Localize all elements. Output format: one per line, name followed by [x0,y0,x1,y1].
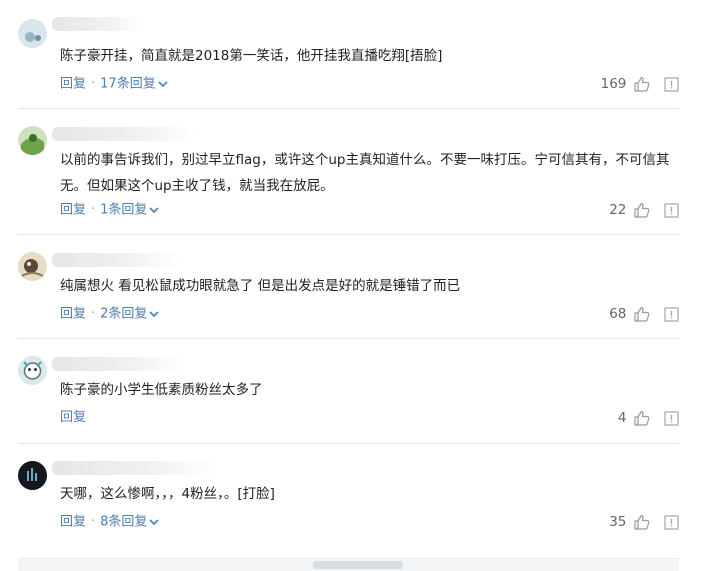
username[interactable] [52,17,144,31]
separator-dot: · [91,202,96,218]
avatar[interactable] [18,252,47,281]
thumbs-up-icon[interactable] [633,410,650,426]
view-replies-button[interactable]: 17条回复 [100,76,168,92]
comment-stats: 35 [609,512,679,532]
comment-text: 以前的事告诉我们，别过早立flag，或许这个up主真知道什么。不要一味打压。宁可… [60,152,670,194]
comment-text: 纯属想火 看见松鼠成功眼就急了 但是出发点是好的就是锤错了而已 [60,278,461,294]
like-count: 4 [617,410,627,426]
view-replies-button[interactable]: 2条回复 [100,306,160,322]
username[interactable] [52,357,184,371]
comment-stats: 4 [618,408,679,428]
view-replies-button[interactable]: 1条回复 [100,202,160,218]
like-count: 22 [609,202,627,218]
separator-dot: · [91,76,96,92]
username[interactable] [52,253,180,267]
divider [18,443,679,444]
separator-dot: · [91,514,96,530]
divider [18,234,679,235]
separator-dot: · [91,306,96,322]
thumbs-up-icon[interactable] [633,202,650,218]
comment-text: 天哪，这么惨啊，，，4粉丝，。[打脸] [60,486,275,502]
comment-actions: 回复 [60,408,86,428]
thumbs-up-icon[interactable] [633,514,650,530]
report-icon[interactable] [664,76,679,92]
comment-actions: 回复 · 2条回复 [60,304,160,324]
reply-button[interactable]: 回复 [60,202,86,217]
comment-text: 陈子豪的小学生低素质粉丝太多了 [60,382,263,398]
comment-stats: 22 [609,200,679,220]
load-more-placeholder [313,561,403,569]
comment-stats: 68 [609,304,679,324]
avatar[interactable] [18,461,47,490]
divider [18,338,679,339]
comment-actions: 回复 · 17条回复 [60,74,168,94]
replies-count: 2条回复 [100,306,148,321]
report-icon[interactable] [664,514,679,530]
like-count: 35 [609,514,627,530]
chevron-down-icon [149,311,160,318]
reply-button[interactable]: 回复 [60,306,86,321]
comment-actions: 回复 · 1条回复 [60,200,160,220]
avatar[interactable] [18,356,47,385]
reply-button[interactable]: 回复 [60,514,86,529]
report-icon[interactable] [664,306,679,322]
thumbs-up-icon[interactable] [633,306,650,322]
avatar[interactable] [18,19,47,48]
replies-count: 1条回复 [100,202,148,217]
load-more-bar[interactable] [18,558,679,571]
report-icon[interactable] [664,202,679,218]
comment-stats: 169 [601,74,679,94]
replies-count: 17条回复 [100,76,156,91]
view-replies-button[interactable]: 8条回复 [100,514,160,530]
username[interactable] [52,461,217,475]
chevron-down-icon [158,81,168,88]
replies-count: 8条回复 [100,514,148,529]
like-count: 169 [600,76,627,92]
thumbs-up-icon[interactable] [633,76,650,92]
reply-button[interactable]: 回复 [60,76,86,91]
reply-button[interactable]: 回复 [60,410,86,425]
chevron-down-icon [149,519,160,526]
divider [18,108,679,109]
username[interactable] [52,127,197,141]
report-icon[interactable] [664,410,679,426]
comment-text: 陈子豪开挂，简直就是2018第一笑话，他开挂我直播吃翔[捂脸] [60,48,443,64]
avatar[interactable] [18,126,47,155]
chevron-down-icon [149,207,160,214]
comment-actions: 回复 · 8条回复 [60,512,160,532]
like-count: 68 [609,306,627,322]
